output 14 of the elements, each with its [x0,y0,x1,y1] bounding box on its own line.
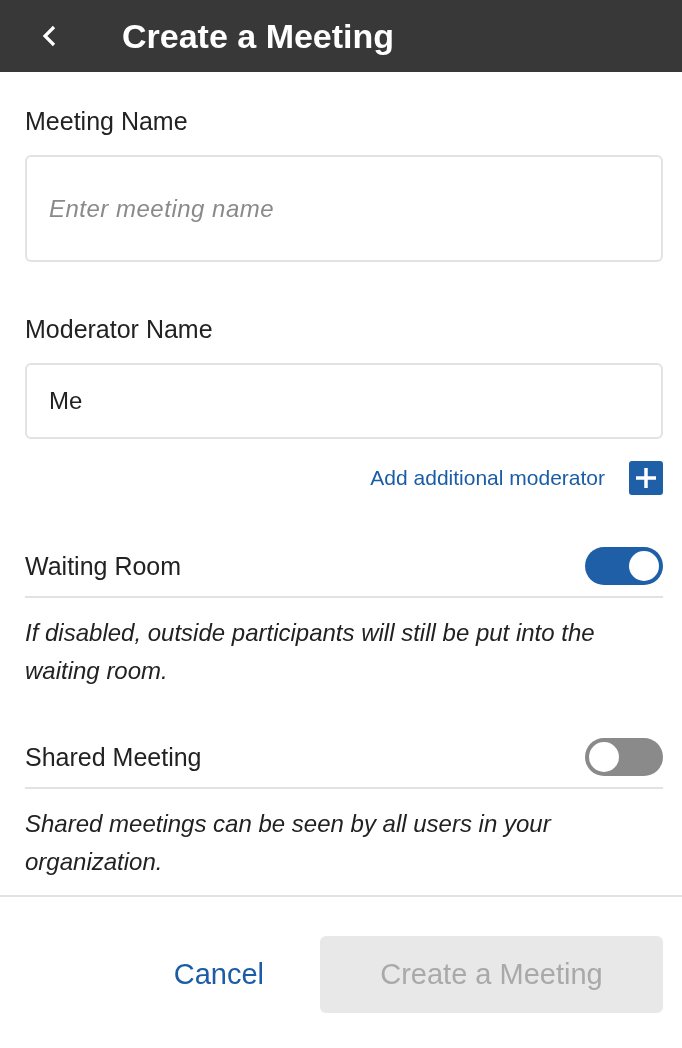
toggle-switch[interactable] [585,547,663,585]
text-field[interactable]: Me [25,363,663,439]
add-moderator-link[interactable]: Add additional moderator [370,466,605,490]
field-label: Meeting Name [25,106,189,136]
field-label: Moderator Name [25,314,214,344]
toggle-switch[interactable] [585,738,663,776]
cancel-button[interactable]: Cancel [173,958,264,991]
toggle-description: Shared meetings can be seen by all users in your organization. [25,809,553,877]
page-title: Create a Meeting [122,16,395,56]
plus-icon[interactable] [629,461,663,495]
text-field[interactable]: Enter meeting name [25,155,663,262]
toggle-description: If disabled, outside participants will still be put into the waiting room. [25,618,596,686]
toggle-label: Waiting Room [25,551,182,581]
toggle-label: Shared Meeting [25,742,202,772]
